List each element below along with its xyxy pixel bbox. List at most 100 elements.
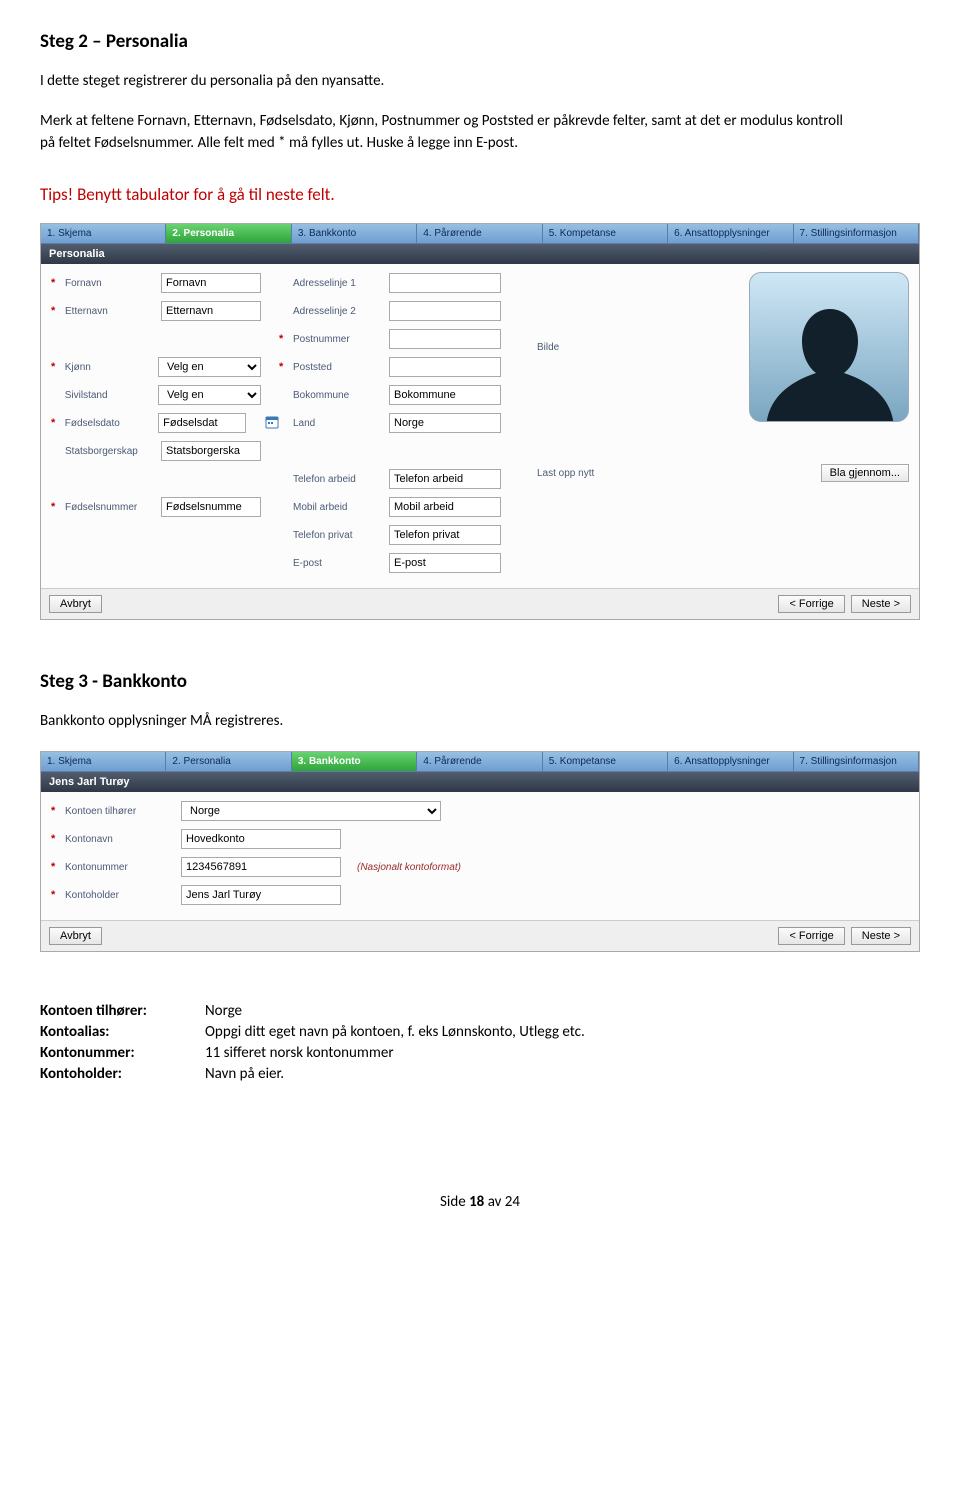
input-kontoholder[interactable] <box>181 885 341 905</box>
button-bar: Avbryt < Forrige Neste > <box>41 588 919 619</box>
row-fornavn: * Fornavn <box>51 272 261 294</box>
req-mark: * <box>279 333 287 345</box>
bankkonto-header: Jens Jarl Turøy <box>41 772 919 792</box>
label-tlf-privat: Telefon privat <box>293 530 383 541</box>
def-desc-holder: Navn på eier. <box>205 1065 920 1083</box>
row-fodselsdato: * Fødselsdato <box>51 412 261 434</box>
col-right: Bilde Last opp nytt Bla gjennom... <box>537 272 909 482</box>
footer-prefix: Side <box>440 1193 469 1211</box>
step3-intro: Bankkonto opplysninger MÅ registreres. <box>40 711 860 733</box>
req-mark: * <box>51 305 59 317</box>
input-postnr[interactable] <box>389 329 501 349</box>
input-tlf-arbeid[interactable] <box>389 469 501 489</box>
input-land[interactable] <box>389 413 501 433</box>
step3-title: Steg 3 - Bankkonto <box>40 670 920 693</box>
row-kjonn: * Kjønn Velg en <box>51 356 261 378</box>
input-poststed[interactable] <box>389 357 501 377</box>
row-etternavn: * Etternavn <box>51 300 261 322</box>
tab-parorende[interactable]: 4. Pårørende <box>417 752 542 771</box>
label-etternavn: Etternavn <box>65 306 155 317</box>
label-fornavn: Fornavn <box>65 278 155 289</box>
input-tlf-privat[interactable] <box>389 525 501 545</box>
input-statsborgerskap[interactable] <box>161 441 261 461</box>
label-sivilstand: Sivilstand <box>65 390 152 401</box>
def-desc-alias: Oppgi ditt eget navn på kontoen, f. eks … <box>205 1023 920 1041</box>
calendar-icon[interactable] <box>265 415 279 429</box>
req-mark: * <box>51 861 59 873</box>
label-mobil-arbeid: Mobil arbeid <box>293 502 383 513</box>
input-fornavn[interactable] <box>161 273 261 293</box>
col-left: * Fornavn * Etternavn * Kjønn Velg en Si… <box>51 272 261 518</box>
tab-kompetanse[interactable]: 5. Kompetanse <box>543 224 668 243</box>
def-desc-tilhorer: Norge <box>205 1002 920 1020</box>
input-fodselsnummer[interactable] <box>161 497 261 517</box>
label-kontonavn: Kontonavn <box>65 834 175 845</box>
tab-stilling[interactable]: 7. Stillingsinformasjon <box>794 752 919 771</box>
tabbar-personalia: 1. Skjema 2. Personalia 3. Bankkonto 4. … <box>41 224 919 244</box>
label-land: Land <box>293 418 383 429</box>
tab-stilling[interactable]: 7. Stillingsinformasjon <box>794 224 919 243</box>
personalia-panel: 1. Skjema 2. Personalia 3. Bankkonto 4. … <box>40 223 920 620</box>
input-mobil-arbeid[interactable] <box>389 497 501 517</box>
input-bokommune[interactable] <box>389 385 501 405</box>
tab-skjema[interactable]: 1. Skjema <box>41 752 166 771</box>
label-epost: E-post <box>293 558 383 569</box>
neste-button[interactable]: Neste > <box>851 595 911 613</box>
req-mark: * <box>51 417 59 429</box>
label-kjonn: Kjønn <box>65 362 152 373</box>
def-desc-nummer: 11 sifferet norsk kontonummer <box>205 1044 920 1062</box>
req-mark: * <box>51 277 59 289</box>
tab-skjema[interactable]: 1. Skjema <box>41 224 166 243</box>
tab-ansattopp[interactable]: 6. Ansattopplysninger <box>668 224 793 243</box>
tab-bankkonto[interactable]: 3. Bankkonto <box>292 752 417 771</box>
page-footer: Side 18 av 24 <box>40 1193 920 1211</box>
label-bokommune: Bokommune <box>293 390 383 401</box>
select-kjonn[interactable]: Velg en <box>158 357 261 377</box>
forrige-button[interactable]: < Forrige <box>778 927 844 945</box>
label-fodselsdato: Fødselsdato <box>65 418 152 429</box>
label-kontoholder: Kontoholder <box>65 890 175 901</box>
req-mark: * <box>51 501 59 513</box>
req-mark: * <box>51 361 59 373</box>
def-term-holder: Kontoholder: <box>40 1065 205 1083</box>
tab-parorende[interactable]: 4. Pårørende <box>417 224 542 243</box>
input-etternavn[interactable] <box>161 301 261 321</box>
input-adr1[interactable] <box>389 273 501 293</box>
tab-ansattopp[interactable]: 6. Ansattopplysninger <box>668 752 793 771</box>
row-statsborgerskap: Statsborgerskap <box>51 440 261 462</box>
row-sivilstand: Sivilstand Velg en <box>51 384 261 406</box>
req-mark: * <box>279 361 287 373</box>
browse-button[interactable]: Bla gjennom... <box>821 464 909 482</box>
def-term-tilhorer: Kontoen tilhører: <box>40 1002 205 1020</box>
tab-personalia[interactable]: 2. Personalia <box>166 224 291 243</box>
neste-button[interactable]: Neste > <box>851 927 911 945</box>
forrige-button[interactable]: < Forrige <box>778 595 844 613</box>
req-mark: * <box>51 833 59 845</box>
label-tilhorer: Kontoen tilhører <box>65 806 175 817</box>
input-kontonavn[interactable] <box>181 829 341 849</box>
footer-page: 18 <box>469 1193 484 1211</box>
avbryt-button[interactable]: Avbryt <box>49 927 102 945</box>
req-mark: * <box>51 805 59 817</box>
label-kontonummer: Kontonummer <box>65 862 175 873</box>
bankkonto-panel: 1. Skjema 2. Personalia 3. Bankkonto 4. … <box>40 751 920 952</box>
note-kontoformat: (Nasjonalt kontoformat) <box>357 862 461 873</box>
step2-title: Steg 2 – Personalia <box>40 30 920 53</box>
tab-kompetanse[interactable]: 5. Kompetanse <box>543 752 668 771</box>
input-adr2[interactable] <box>389 301 501 321</box>
select-sivilstand[interactable]: Velg en <box>158 385 261 405</box>
input-fodselsdato[interactable] <box>158 413 246 433</box>
step2-tip: Tips! Benytt tabulator for å gå til nest… <box>40 184 920 205</box>
label-fodselsnummer: Fødselsnummer <box>65 502 155 513</box>
input-epost[interactable] <box>389 553 501 573</box>
avbryt-button[interactable]: Avbryt <box>49 595 102 613</box>
col-mid: Adresselinje 1 Adresselinje 2 *Postnumme… <box>279 272 519 574</box>
avatar-placeholder <box>749 272 909 422</box>
upload-row: Last opp nytt Bla gjennom... <box>537 464 909 482</box>
tab-bankkonto[interactable]: 3. Bankkonto <box>292 224 417 243</box>
tabbar-bankkonto: 1. Skjema 2. Personalia 3. Bankkonto 4. … <box>41 752 919 772</box>
tab-personalia[interactable]: 2. Personalia <box>166 752 291 771</box>
req-mark: * <box>51 889 59 901</box>
input-kontonummer[interactable] <box>181 857 341 877</box>
select-tilhorer[interactable]: Norge <box>181 801 441 821</box>
